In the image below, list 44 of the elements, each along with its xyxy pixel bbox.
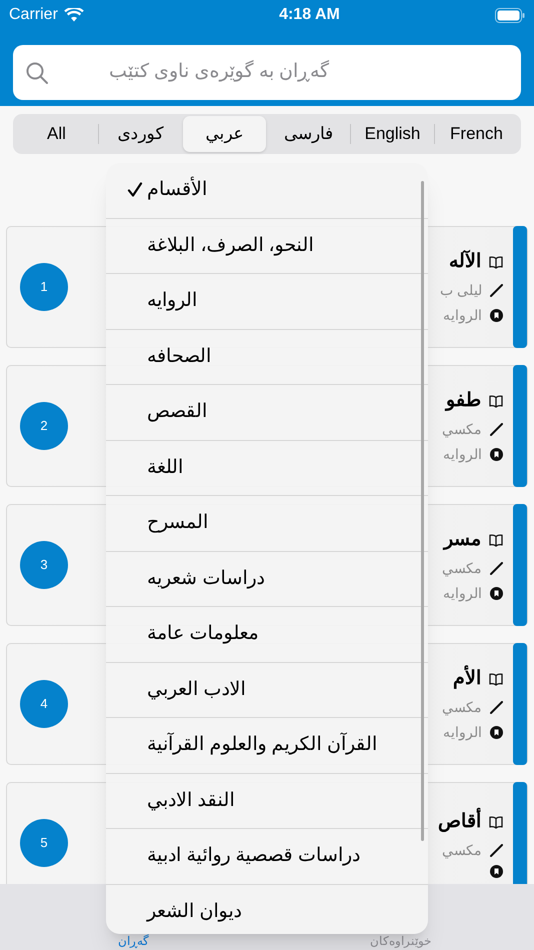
book-title: الآله (449, 248, 481, 274)
bookmark-circle-icon (490, 448, 503, 462)
category-name: الروايه (443, 445, 482, 464)
book-icon (489, 394, 503, 408)
author-name: مكسي (442, 559, 482, 578)
author-name: مكسي (442, 420, 482, 440)
book-icon (489, 534, 503, 546)
pen-icon (490, 284, 503, 298)
author-name: مكسي (442, 841, 482, 860)
category-name: الروايه (443, 584, 482, 604)
book-title: طفو (446, 388, 481, 413)
language-segment[interactable]: English (351, 116, 434, 152)
menu-item[interactable]: دراسات قصصية روائية ادبية (106, 829, 428, 884)
pen-icon (490, 423, 503, 436)
wifi-icon (64, 8, 84, 22)
battery-icon (495, 8, 525, 22)
language-segment[interactable]: عربي (183, 116, 266, 152)
pen-icon (490, 844, 503, 858)
book-title: مسر (444, 528, 481, 552)
bookmark-circle-icon (490, 587, 503, 600)
author-name: مكسي (442, 698, 482, 718)
author-name: ليلى ب (440, 281, 482, 300)
menu-item[interactable]: ديوان الشعر (106, 884, 428, 934)
language-segment[interactable]: کوردی (99, 116, 182, 152)
category-name: الروايه (443, 723, 482, 742)
bookmark-circle-icon (490, 309, 503, 322)
bookmark-circle-icon (490, 726, 503, 740)
book-title: الأم (453, 664, 481, 694)
search-field[interactable]: گەڕان بە گوێرەی ناوی کتێب (13, 45, 521, 100)
language-segment[interactable]: French (435, 116, 518, 152)
book-icon (489, 816, 503, 828)
book-icon (489, 672, 503, 686)
category-name: الروايه (443, 306, 482, 326)
pen-icon (490, 701, 503, 714)
language-segment[interactable]: All (15, 116, 98, 152)
search-input[interactable]: گەڕان بە گوێرەی ناوی کتێب (59, 58, 509, 87)
pen-icon (490, 562, 503, 576)
book-title: أقاص (438, 808, 481, 836)
search-icon (25, 60, 49, 84)
time-label: 4:18 AM (278, 5, 340, 25)
bookmark-circle-icon (490, 865, 503, 878)
language-segment[interactable]: فارسی (267, 116, 350, 152)
carrier-label: Carrier (9, 5, 58, 25)
book-icon (489, 256, 503, 268)
